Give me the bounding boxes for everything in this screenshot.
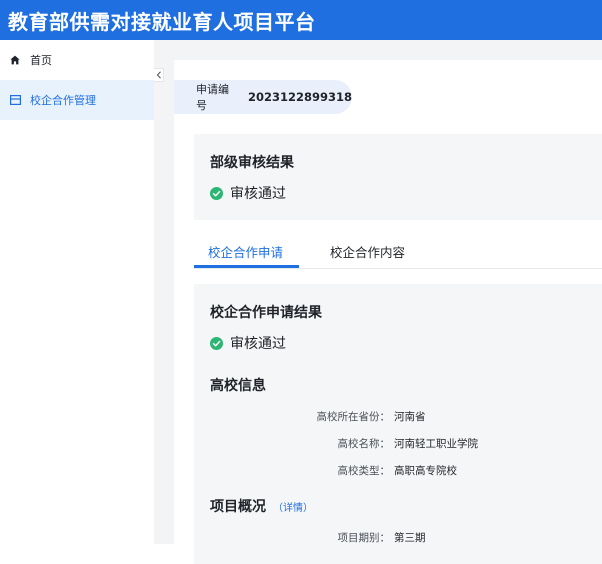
field-value: 高职高专院校 xyxy=(394,465,457,477)
active-tab-indicator xyxy=(194,265,299,268)
sidebar: 首页 校企合作管理 xyxy=(0,40,154,544)
tab-cooperation-application[interactable]: 校企合作申请 xyxy=(208,242,283,261)
tab-bar: 校企合作申请 校企合作内容 xyxy=(194,232,602,269)
field-row: 高校类型： 高职高专院校 xyxy=(210,457,602,484)
field-value: 河南省 xyxy=(394,411,426,423)
field-row: 高校所在省份： 河南省 xyxy=(210,403,602,430)
project-overview-fields: 项目期别： 第三期 xyxy=(210,524,602,551)
sidebar-item-label: 首页 xyxy=(30,54,52,67)
check-circle-icon xyxy=(210,186,223,200)
main-content: 申请编号 2023122899318 部级审核结果 审核通过 校企合作申请 校企… xyxy=(154,40,602,564)
application-number-value: 2023122899318 xyxy=(247,90,352,104)
application-result-status: 审核通过 xyxy=(210,333,602,353)
field-value: 第三期 xyxy=(394,532,426,544)
application-number-label: 申请编号 xyxy=(196,83,229,112)
application-result-status-text: 审核通过 xyxy=(230,336,286,352)
check-circle-icon xyxy=(210,336,223,350)
application-number: 申请编号 2023122899318 xyxy=(174,80,352,114)
school-info-title: 高校信息 xyxy=(210,378,266,394)
sidebar-item-label: 校企合作管理 xyxy=(30,94,96,107)
ministry-review-title: 部级审核结果 xyxy=(210,155,294,171)
ministry-review-status: 审核通过 xyxy=(210,183,602,203)
field-key: 高校所在省份： xyxy=(316,411,391,423)
field-key: 高校名称： xyxy=(337,438,391,450)
application-result-card: 校企合作申请结果 审核通过 高校信息 高校所在省份： 河南省 高校名称： 河南轻… xyxy=(194,284,602,564)
field-key: 项目期别： xyxy=(337,532,391,544)
school-info-fields: 高校所在省份： 河南省 高校名称： 河南轻工职业学院 高校类型： 高职高专院校 xyxy=(210,403,602,484)
home-icon xyxy=(9,54,21,66)
field-key: 高校类型： xyxy=(337,465,391,477)
field-row: 高校名称： 河南轻工职业学院 xyxy=(210,430,602,457)
sidebar-collapse-button[interactable] xyxy=(154,68,164,82)
ministry-review-card: 部级审核结果 审核通过 xyxy=(194,134,602,220)
sidebar-item-home[interactable]: 首页 xyxy=(0,40,154,80)
sidebar-item-school-enterprise[interactable]: 校企合作管理 xyxy=(0,80,154,120)
list-icon xyxy=(9,94,21,106)
application-result-title: 校企合作申请结果 xyxy=(210,305,322,321)
tab-cooperation-content[interactable]: 校企合作内容 xyxy=(330,242,405,261)
content-panel: 申请编号 2023122899318 部级审核结果 审核通过 校企合作申请 校企… xyxy=(174,60,602,564)
project-overview-title: 项目概况 xyxy=(210,499,266,515)
project-overview-header: 项目概况 （详情） xyxy=(210,496,602,516)
field-value: 河南轻工职业学院 xyxy=(394,438,478,450)
app-title: 教育部供需对接就业育人项目平台 xyxy=(8,9,316,34)
chevron-left-icon xyxy=(156,71,161,79)
ministry-review-status-text: 审核通过 xyxy=(230,186,286,202)
project-detail-link[interactable]: （详情） xyxy=(273,499,313,514)
field-row: 项目期别： 第三期 xyxy=(210,524,602,551)
app-header: 教育部供需对接就业育人项目平台 xyxy=(0,0,602,40)
